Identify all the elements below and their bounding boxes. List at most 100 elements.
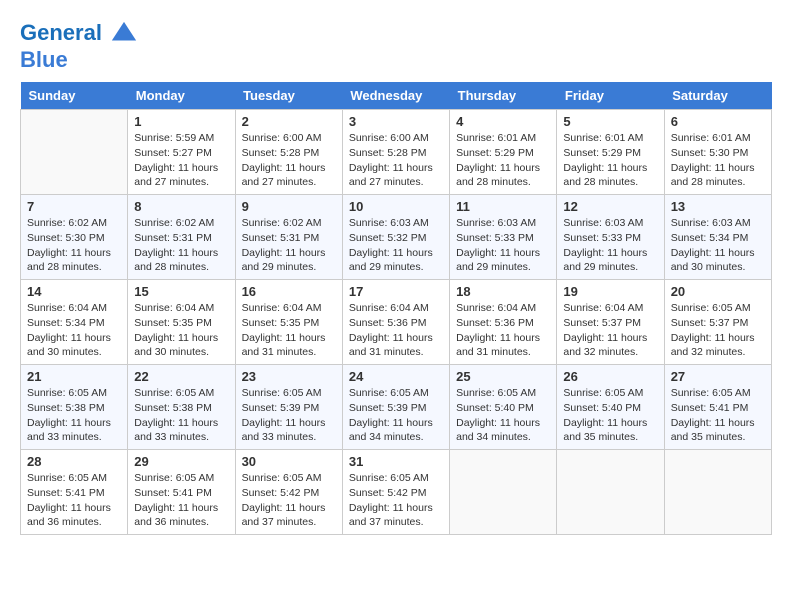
day-number: 24: [349, 369, 443, 384]
calendar-table: SundayMondayTuesdayWednesdayThursdayFrid…: [20, 82, 772, 535]
week-row-3: 14 Sunrise: 6:04 AMSunset: 5:34 PMDaylig…: [21, 280, 772, 365]
day-cell: 9 Sunrise: 6:02 AMSunset: 5:31 PMDayligh…: [235, 195, 342, 280]
day-info: Sunrise: 6:04 AMSunset: 5:36 PMDaylight:…: [349, 301, 443, 360]
header-wednesday: Wednesday: [342, 82, 449, 110]
day-number: 2: [242, 114, 336, 129]
day-cell: 13 Sunrise: 6:03 AMSunset: 5:34 PMDaylig…: [664, 195, 771, 280]
day-cell: 19 Sunrise: 6:04 AMSunset: 5:37 PMDaylig…: [557, 280, 664, 365]
day-number: 9: [242, 199, 336, 214]
header-monday: Monday: [128, 82, 235, 110]
day-cell: 29 Sunrise: 6:05 AMSunset: 5:41 PMDaylig…: [128, 450, 235, 535]
day-number: 28: [27, 454, 121, 469]
day-info: Sunrise: 6:05 AMSunset: 5:42 PMDaylight:…: [242, 471, 336, 530]
day-number: 11: [456, 199, 550, 214]
day-info: Sunrise: 6:05 AMSunset: 5:42 PMDaylight:…: [349, 471, 443, 530]
day-info: Sunrise: 6:05 AMSunset: 5:39 PMDaylight:…: [242, 386, 336, 445]
day-cell: 30 Sunrise: 6:05 AMSunset: 5:42 PMDaylig…: [235, 450, 342, 535]
day-number: 3: [349, 114, 443, 129]
day-cell: 6 Sunrise: 6:01 AMSunset: 5:30 PMDayligh…: [664, 110, 771, 195]
day-info: Sunrise: 5:59 AMSunset: 5:27 PMDaylight:…: [134, 131, 228, 190]
day-cell: 1 Sunrise: 5:59 AMSunset: 5:27 PMDayligh…: [128, 110, 235, 195]
day-cell: 4 Sunrise: 6:01 AMSunset: 5:29 PMDayligh…: [450, 110, 557, 195]
day-info: Sunrise: 6:05 AMSunset: 5:38 PMDaylight:…: [134, 386, 228, 445]
day-number: 8: [134, 199, 228, 214]
day-cell: 16 Sunrise: 6:04 AMSunset: 5:35 PMDaylig…: [235, 280, 342, 365]
day-info: Sunrise: 6:05 AMSunset: 5:41 PMDaylight:…: [671, 386, 765, 445]
day-number: 4: [456, 114, 550, 129]
day-cell: 31 Sunrise: 6:05 AMSunset: 5:42 PMDaylig…: [342, 450, 449, 535]
day-number: 20: [671, 284, 765, 299]
day-info: Sunrise: 6:00 AMSunset: 5:28 PMDaylight:…: [242, 131, 336, 190]
day-number: 22: [134, 369, 228, 384]
logo-blue: Blue: [20, 47, 68, 72]
day-cell: 23 Sunrise: 6:05 AMSunset: 5:39 PMDaylig…: [235, 365, 342, 450]
week-row-5: 28 Sunrise: 6:05 AMSunset: 5:41 PMDaylig…: [21, 450, 772, 535]
day-number: 6: [671, 114, 765, 129]
day-info: Sunrise: 6:04 AMSunset: 5:35 PMDaylight:…: [134, 301, 228, 360]
day-info: Sunrise: 6:03 AMSunset: 5:33 PMDaylight:…: [456, 216, 550, 275]
day-cell: 5 Sunrise: 6:01 AMSunset: 5:29 PMDayligh…: [557, 110, 664, 195]
day-info: Sunrise: 6:03 AMSunset: 5:34 PMDaylight:…: [671, 216, 765, 275]
day-cell: 11 Sunrise: 6:03 AMSunset: 5:33 PMDaylig…: [450, 195, 557, 280]
day-cell: 12 Sunrise: 6:03 AMSunset: 5:33 PMDaylig…: [557, 195, 664, 280]
day-info: Sunrise: 6:05 AMSunset: 5:39 PMDaylight:…: [349, 386, 443, 445]
week-row-1: 1 Sunrise: 5:59 AMSunset: 5:27 PMDayligh…: [21, 110, 772, 195]
day-cell: 15 Sunrise: 6:04 AMSunset: 5:35 PMDaylig…: [128, 280, 235, 365]
day-number: 23: [242, 369, 336, 384]
day-info: Sunrise: 6:04 AMSunset: 5:35 PMDaylight:…: [242, 301, 336, 360]
day-cell: 26 Sunrise: 6:05 AMSunset: 5:40 PMDaylig…: [557, 365, 664, 450]
day-cell: 7 Sunrise: 6:02 AMSunset: 5:30 PMDayligh…: [21, 195, 128, 280]
day-number: 16: [242, 284, 336, 299]
day-cell: 8 Sunrise: 6:02 AMSunset: 5:31 PMDayligh…: [128, 195, 235, 280]
day-number: 17: [349, 284, 443, 299]
day-number: 21: [27, 369, 121, 384]
day-cell: [21, 110, 128, 195]
day-info: Sunrise: 6:05 AMSunset: 5:41 PMDaylight:…: [134, 471, 228, 530]
day-cell: [557, 450, 664, 535]
day-cell: [664, 450, 771, 535]
day-number: 1: [134, 114, 228, 129]
day-number: 30: [242, 454, 336, 469]
day-info: Sunrise: 6:03 AMSunset: 5:32 PMDaylight:…: [349, 216, 443, 275]
logo-general: General: [20, 20, 102, 45]
day-info: Sunrise: 6:04 AMSunset: 5:37 PMDaylight:…: [563, 301, 657, 360]
day-cell: 2 Sunrise: 6:00 AMSunset: 5:28 PMDayligh…: [235, 110, 342, 195]
day-number: 19: [563, 284, 657, 299]
day-cell: 28 Sunrise: 6:05 AMSunset: 5:41 PMDaylig…: [21, 450, 128, 535]
day-cell: 25 Sunrise: 6:05 AMSunset: 5:40 PMDaylig…: [450, 365, 557, 450]
day-info: Sunrise: 6:04 AMSunset: 5:34 PMDaylight:…: [27, 301, 121, 360]
logo: General Blue: [20, 20, 138, 72]
header-friday: Friday: [557, 82, 664, 110]
day-number: 5: [563, 114, 657, 129]
day-cell: 22 Sunrise: 6:05 AMSunset: 5:38 PMDaylig…: [128, 365, 235, 450]
day-cell: 24 Sunrise: 6:05 AMSunset: 5:39 PMDaylig…: [342, 365, 449, 450]
day-number: 14: [27, 284, 121, 299]
day-number: 13: [671, 199, 765, 214]
day-number: 25: [456, 369, 550, 384]
day-number: 10: [349, 199, 443, 214]
day-number: 29: [134, 454, 228, 469]
day-info: Sunrise: 6:05 AMSunset: 5:40 PMDaylight:…: [563, 386, 657, 445]
day-cell: 10 Sunrise: 6:03 AMSunset: 5:32 PMDaylig…: [342, 195, 449, 280]
day-cell: 3 Sunrise: 6:00 AMSunset: 5:28 PMDayligh…: [342, 110, 449, 195]
day-info: Sunrise: 6:03 AMSunset: 5:33 PMDaylight:…: [563, 216, 657, 275]
day-number: 12: [563, 199, 657, 214]
day-cell: 14 Sunrise: 6:04 AMSunset: 5:34 PMDaylig…: [21, 280, 128, 365]
day-cell: 27 Sunrise: 6:05 AMSunset: 5:41 PMDaylig…: [664, 365, 771, 450]
day-cell: [450, 450, 557, 535]
header-row: SundayMondayTuesdayWednesdayThursdayFrid…: [21, 82, 772, 110]
day-cell: 18 Sunrise: 6:04 AMSunset: 5:36 PMDaylig…: [450, 280, 557, 365]
week-row-2: 7 Sunrise: 6:02 AMSunset: 5:30 PMDayligh…: [21, 195, 772, 280]
day-cell: 21 Sunrise: 6:05 AMSunset: 5:38 PMDaylig…: [21, 365, 128, 450]
day-number: 27: [671, 369, 765, 384]
day-info: Sunrise: 6:02 AMSunset: 5:30 PMDaylight:…: [27, 216, 121, 275]
week-row-4: 21 Sunrise: 6:05 AMSunset: 5:38 PMDaylig…: [21, 365, 772, 450]
day-info: Sunrise: 6:01 AMSunset: 5:29 PMDaylight:…: [456, 131, 550, 190]
day-info: Sunrise: 6:02 AMSunset: 5:31 PMDaylight:…: [134, 216, 228, 275]
day-number: 18: [456, 284, 550, 299]
header-sunday: Sunday: [21, 82, 128, 110]
header-saturday: Saturday: [664, 82, 771, 110]
day-info: Sunrise: 6:02 AMSunset: 5:31 PMDaylight:…: [242, 216, 336, 275]
day-info: Sunrise: 6:05 AMSunset: 5:38 PMDaylight:…: [27, 386, 121, 445]
day-info: Sunrise: 6:04 AMSunset: 5:36 PMDaylight:…: [456, 301, 550, 360]
